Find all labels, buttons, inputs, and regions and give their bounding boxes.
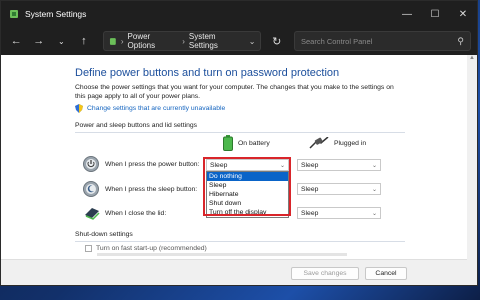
search-placeholder: Search Control Panel [301, 36, 373, 46]
up-arrow-icon[interactable]: ↑ [75, 31, 94, 51]
power-button-plugged-select[interactable]: Sleep ⌄ [297, 159, 381, 171]
fast-startup-row[interactable]: Turn on fast start-up (recommended) [85, 245, 207, 252]
plug-icon [309, 137, 329, 149]
chevron-down-icon[interactable]: ⌄ [249, 37, 256, 46]
button-bar: Save changes Cancel [1, 259, 467, 285]
fast-startup-label: Turn on fast start-up (recommended) [96, 245, 207, 252]
power-button-icon [83, 156, 99, 172]
close-button[interactable]: ✕ [449, 1, 477, 27]
column-on-battery: On battery [223, 135, 270, 151]
title-bar: System Settings — ☐ ✕ [1, 1, 477, 27]
cancel-button[interactable]: Cancel [365, 267, 407, 280]
save-changes-button[interactable]: Save changes [291, 267, 359, 280]
breadcrumb-power-options[interactable]: Power Options [128, 32, 179, 50]
search-input[interactable]: Search Control Panel ⚲ [294, 31, 472, 51]
select-value: Sleep [301, 209, 319, 217]
sleep-button-icon [83, 181, 99, 197]
scroll-up-icon[interactable]: ▲ [467, 55, 477, 61]
maximize-button[interactable]: ☐ [421, 1, 449, 27]
system-settings-window: System Settings — ☐ ✕ ← → ⌄ ↑ › Power Op… [0, 0, 478, 286]
search-icon: ⚲ [457, 35, 465, 46]
window-title: System Settings [25, 9, 87, 19]
sleep-button-plugged-select[interactable]: Sleep ⌄ [297, 183, 381, 195]
page-description: Choose the power settings that you want … [75, 84, 394, 100]
column-on-battery-label: On battery [238, 139, 270, 147]
breadcrumb-system-settings[interactable]: System Settings [189, 32, 245, 50]
shield-icon [75, 104, 83, 113]
select-value: Sleep [301, 161, 319, 169]
scrollbar[interactable]: ▲ [467, 55, 477, 285]
laptop-lid-icon [85, 208, 100, 220]
breadcrumb[interactable]: › Power Options › System Settings ⌄ [103, 31, 262, 51]
control-panel-icon [10, 10, 18, 18]
column-plugged-in-label: Plugged in [334, 139, 367, 147]
breadcrumb-separator: › [182, 36, 185, 46]
faded-text-placeholder [97, 253, 347, 256]
select-value: Sleep [301, 185, 319, 193]
battery-icon [110, 37, 116, 45]
address-bar: ← → ⌄ ↑ › Power Options › System Setting… [1, 27, 477, 55]
page-title: Define power buttons and turn on passwor… [75, 67, 340, 79]
highlight-annotation [203, 157, 291, 216]
recent-chevron-icon[interactable]: ⌄ [52, 31, 71, 51]
sleep-button-label: When I press the sleep button: [105, 186, 198, 193]
breadcrumb-separator: › [120, 36, 124, 46]
change-settings-label[interactable]: Change settings that are currently unava… [87, 105, 225, 112]
refresh-icon[interactable]: ↻ [267, 31, 286, 51]
close-lid-plugged-select[interactable]: Sleep ⌄ [297, 207, 381, 219]
column-plugged-in: Plugged in [309, 137, 366, 149]
main-content: Define power buttons and turn on passwor… [1, 55, 467, 285]
power-button-label: When I press the power button: [105, 161, 200, 168]
divider [75, 132, 405, 133]
fast-startup-checkbox[interactable] [85, 245, 92, 252]
forward-arrow-icon[interactable]: → [30, 31, 49, 51]
chevron-down-icon: ⌄ [371, 162, 377, 169]
back-arrow-icon[interactable]: ← [7, 31, 26, 51]
chevron-down-icon: ⌄ [371, 186, 377, 193]
section-title-shutdown: Shut-down settings [75, 231, 133, 238]
close-lid-label: When I close the lid: [105, 210, 167, 217]
chevron-down-icon: ⌄ [371, 210, 377, 217]
divider [75, 241, 405, 242]
section-title-buttons: Power and sleep buttons and lid settings [75, 122, 198, 129]
battery-icon [223, 135, 233, 151]
minimize-button[interactable]: — [393, 1, 421, 27]
change-settings-link[interactable]: Change settings that are currently unava… [75, 104, 225, 113]
